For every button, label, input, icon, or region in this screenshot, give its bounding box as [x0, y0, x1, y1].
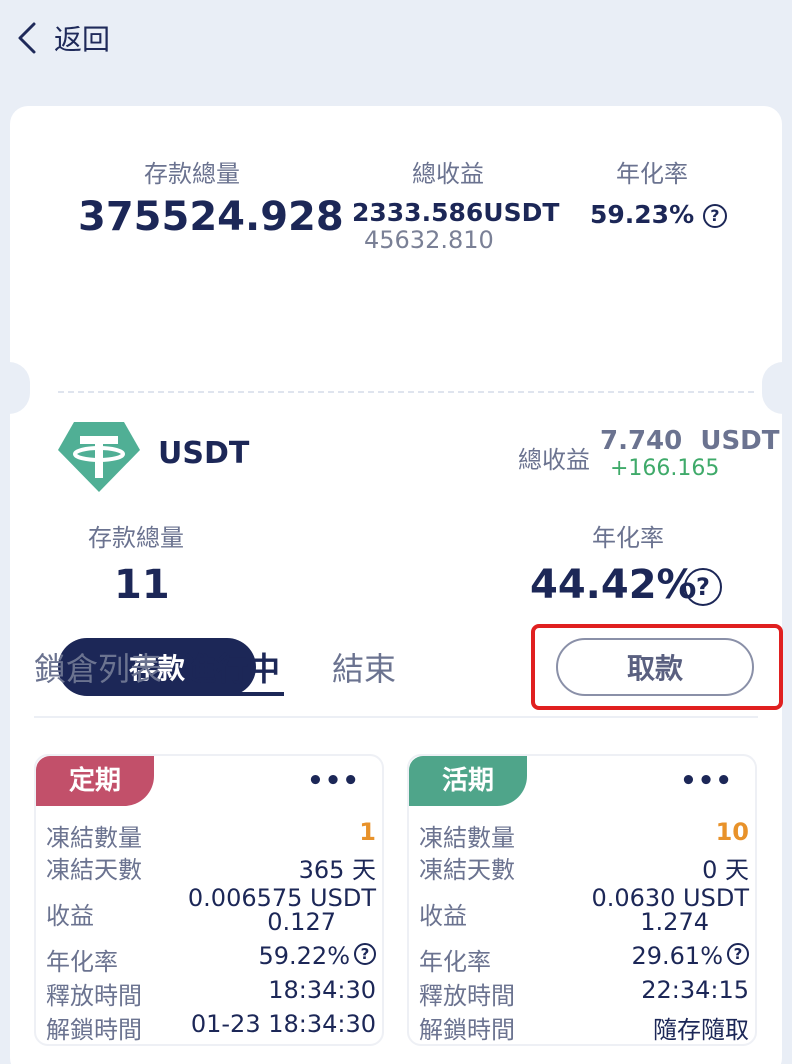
apy-value: 29.61% — [631, 942, 723, 970]
qty-value: 10 — [715, 818, 749, 846]
coin-earnings-delta: +166.165 — [610, 456, 720, 481]
apy-value: 59.22% — [258, 942, 350, 970]
days-value: 0 天 — [702, 856, 749, 884]
total-earnings-value: 2333.586USDT — [352, 198, 560, 227]
unlock-value: 隨存隨取 — [653, 1016, 749, 1044]
total-earnings-sub: 45632.810 — [364, 226, 494, 254]
lock-type-badge: 活期 — [409, 756, 527, 806]
total-deposit-label: 存款總量 — [144, 160, 240, 188]
release-label: 釋放時間 — [419, 982, 515, 1010]
help-icon[interactable]: ? — [684, 568, 722, 606]
qty-label: 凍結數量 — [46, 824, 142, 852]
lock-card-flexible[interactable]: 活期 ••• 凍結數量 10 凍結天數 0 天 收益 0.0630 USDT 1… — [407, 754, 757, 1046]
unlock-label: 解鎖時間 — [46, 1016, 142, 1044]
unlock-value: 01-23 18:34:30 — [190, 1010, 376, 1038]
total-deposit-value: 375524.928 — [78, 194, 344, 240]
apy-cell: 29.61%? — [631, 942, 749, 970]
income-sub: 0.127 — [267, 908, 336, 936]
apy-cell: 59.22%? — [258, 942, 376, 970]
tab-ended[interactable]: 結束 — [332, 644, 396, 690]
tab-lock-list[interactable]: 鎖倉列表 — [34, 644, 162, 690]
qty-value: 1 — [359, 818, 376, 846]
qty-label: 凍結數量 — [419, 824, 515, 852]
lock-row-income: 收益 0.006575 USDT 0.127 — [46, 884, 376, 936]
card-notch-right — [762, 362, 792, 414]
apy-summary: 59.23% ? — [590, 200, 727, 229]
tab-divider — [34, 716, 758, 718]
help-icon[interactable]: ? — [354, 943, 376, 965]
lock-type-badge: 定期 — [36, 756, 154, 806]
coin-apy-label: 年化率 — [592, 524, 664, 552]
coin-apy-value: 44.42% — [530, 562, 697, 608]
lock-card-fixed[interactable]: 定期 ••• 凍結數量 1 凍結天數 365 天 收益 0.006575 USD… — [34, 754, 384, 1046]
help-icon[interactable]: ? — [727, 943, 749, 965]
days-label: 凍結天數 — [46, 856, 142, 884]
coin-deposit-value: 11 — [114, 562, 170, 608]
apy-label: 年化率 — [46, 948, 118, 976]
back-button[interactable]: 返回 — [14, 18, 110, 58]
withdraw-highlight-box — [531, 624, 783, 710]
income-sub: 1.274 — [640, 908, 709, 936]
card-notch-left — [0, 362, 30, 414]
release-value: 18:34:30 — [268, 976, 376, 1004]
tab-in-progress[interactable]: 進行中 — [184, 644, 280, 690]
coin-deposit-label: 存款總量 — [88, 524, 184, 552]
coin-earnings-label: 總收益 — [518, 446, 590, 474]
active-tab-indicator — [184, 692, 284, 696]
unlock-label: 解鎖時間 — [419, 1016, 515, 1044]
coin-name: USDT — [158, 436, 250, 471]
apy-value: 59.23% — [590, 200, 695, 229]
usdt-logo-icon — [58, 422, 140, 492]
apy-label: 年化率 — [616, 160, 688, 188]
back-label: 返回 — [54, 23, 111, 56]
dashed-divider — [58, 391, 754, 393]
lock-row-income: 收益 0.0630 USDT 1.274 — [419, 884, 749, 936]
more-icon[interactable]: ••• — [307, 766, 360, 796]
income-label: 收益 — [46, 902, 94, 930]
release-value: 22:34:15 — [641, 976, 749, 1004]
chevron-left-icon — [18, 22, 36, 54]
days-label: 凍結天數 — [419, 856, 515, 884]
income-label: 收益 — [419, 902, 467, 930]
release-label: 釋放時間 — [46, 982, 142, 1010]
top-bar: 返回 — [0, 0, 792, 80]
coin-earnings-value: 7.740 USDT — [600, 426, 780, 456]
days-value: 365 天 — [298, 856, 376, 884]
more-icon[interactable]: ••• — [680, 766, 733, 796]
help-icon[interactable]: ? — [702, 204, 727, 228]
apy-label: 年化率 — [419, 948, 491, 976]
total-earnings-label: 總收益 — [412, 160, 484, 188]
